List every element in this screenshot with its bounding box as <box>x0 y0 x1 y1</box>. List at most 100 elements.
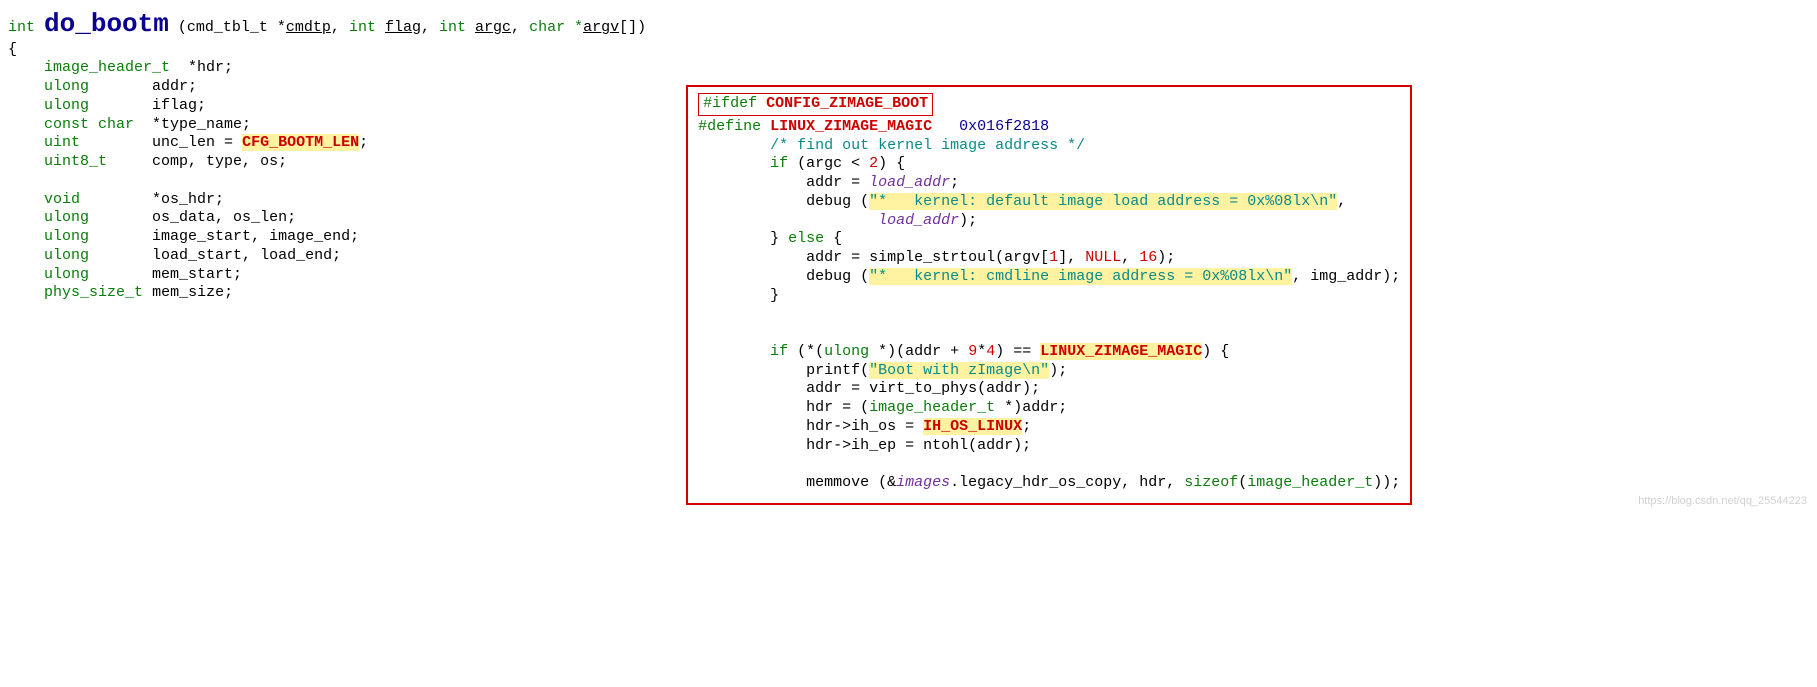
code-line: ulong iflag; <box>8 97 646 116</box>
constant: IH_OS_LINUX <box>923 418 1022 435</box>
identifier: images <box>896 474 950 491</box>
code-line: if (*(ulong *)(addr + 9*4) == LINUX_ZIMA… <box>698 343 1400 362</box>
param-type: int <box>349 19 376 36</box>
number: 9 <box>968 343 977 360</box>
type-keyword: ulong <box>44 97 89 114</box>
type-keyword: int <box>8 19 35 36</box>
code-line: if (argc < 2) { <box>698 155 1400 174</box>
type-keyword: const char <box>44 116 134 133</box>
highlighted-code-block: #ifdef CONFIG_ZIMAGE_BOOT #define LINUX_… <box>686 85 1412 505</box>
var: comp, type, os; <box>152 153 287 170</box>
string-literal: "* kernel: default image load address = … <box>869 193 1337 210</box>
text: debug ( <box>806 268 869 285</box>
text: ); <box>1157 249 1175 266</box>
constant: LINUX_ZIMAGE_MAGIC <box>1040 343 1202 360</box>
param-type: cmd_tbl_t * <box>187 19 286 36</box>
code-line: image_header_t *hdr; <box>8 59 646 78</box>
preproc-keyword: #define <box>698 118 761 135</box>
function-name: do_bootm <box>44 9 169 39</box>
preproc-keyword: #ifdef <box>703 95 757 112</box>
code-line: ulong image_start, image_end; <box>8 228 646 247</box>
text: addr = simple_strtoul(argv[ <box>806 249 1049 266</box>
var: unc_len = <box>152 134 242 151</box>
text: , <box>1121 249 1139 266</box>
identifier: load_addr <box>869 174 950 191</box>
code-line: hdr->ih_os = IH_OS_LINUX; <box>698 418 1400 437</box>
function-declaration-block: int do_bootm (cmd_tbl_t *cmdtp, int flag… <box>8 8 686 303</box>
code-line: } <box>698 287 1400 306</box>
type-keyword: ulong <box>44 247 89 264</box>
preproc-symbol: CONFIG_ZIMAGE_BOOT <box>757 95 928 112</box>
keyword: else <box>788 230 824 247</box>
type-keyword: phys_size_t <box>44 284 143 301</box>
var: addr; <box>152 78 197 95</box>
constant: CFG_BOOTM_LEN <box>242 134 359 151</box>
null-literal: NULL <box>1085 249 1121 266</box>
code-line: hdr->ih_ep = ntohl(addr); <box>698 437 1400 456</box>
code-line: hdr = (image_header_t *)addr; <box>698 399 1400 418</box>
number: 2 <box>869 155 878 172</box>
type-keyword: image_header_t <box>1247 474 1373 491</box>
text: []) <box>619 19 646 36</box>
ifdef-highlight-box: #ifdef CONFIG_ZIMAGE_BOOT <box>698 93 933 116</box>
code-line: ulong load_start, load_end; <box>8 247 646 266</box>
brace: } <box>770 287 779 304</box>
number: 4 <box>986 343 995 360</box>
code-line: debug ("* kernel: default image load add… <box>698 193 1400 212</box>
text: )); <box>1373 474 1400 491</box>
code-line: int do_bootm (cmd_tbl_t *cmdtp, int flag… <box>8 8 646 41</box>
code-line: void *os_hdr; <box>8 191 646 210</box>
text: ); <box>959 212 977 229</box>
code-line: debug ("* kernel: cmdline image address … <box>698 268 1400 287</box>
param-type: char * <box>529 19 583 36</box>
text: addr = <box>806 174 869 191</box>
type-keyword: uint8_t <box>44 153 107 170</box>
text: hdr = ( <box>806 399 869 416</box>
param-name: argv <box>583 19 619 36</box>
var: *os_hdr; <box>152 191 224 208</box>
text: ; <box>1022 418 1031 435</box>
var: os_data, os_len; <box>152 209 296 226</box>
text: ) { <box>1202 343 1229 360</box>
string-literal: "Boot with zImage\n" <box>869 362 1049 379</box>
number: 16 <box>1139 249 1157 266</box>
text: addr = virt_to_phys(addr); <box>806 380 1040 397</box>
code-line: ulong os_data, os_len; <box>8 209 646 228</box>
text: *)addr; <box>995 399 1067 416</box>
code-line: uint8_t comp, type, os; <box>8 153 646 172</box>
code-line: addr = virt_to_phys(addr); <box>698 380 1400 399</box>
hex-literal: 0x016f2818 <box>959 118 1049 135</box>
preproc-symbol: LINUX_ZIMAGE_MAGIC <box>761 118 932 135</box>
type-keyword: ulong <box>44 209 89 226</box>
type-keyword: uint <box>44 134 80 151</box>
param-type: int <box>439 19 466 36</box>
var: mem_size; <box>152 284 233 301</box>
text: ( <box>1238 474 1247 491</box>
code-line: addr = load_addr; <box>698 174 1400 193</box>
keyword: sizeof <box>1184 474 1238 491</box>
text: ; <box>359 134 368 151</box>
text: .legacy_hdr_os_copy, hdr, <box>950 474 1184 491</box>
var: image_start, image_end; <box>152 228 359 245</box>
code-line: /* find out kernel image address */ <box>698 137 1400 156</box>
type-keyword: image_header_t <box>869 399 995 416</box>
text: debug ( <box>806 193 869 210</box>
text: ) == <box>995 343 1040 360</box>
brace: { <box>824 230 842 247</box>
code-line: #define LINUX_ZIMAGE_MAGIC 0x016f2818 <box>698 118 1400 137</box>
code-line: printf("Boot with zImage\n"); <box>698 362 1400 381</box>
text: (*( <box>788 343 824 360</box>
text: , img_addr); <box>1292 268 1400 285</box>
type-keyword: image_header_t <box>44 59 170 76</box>
keyword: if <box>770 343 788 360</box>
text: ], <box>1058 249 1085 266</box>
code-line: } else { <box>698 230 1400 249</box>
type-keyword: ulong <box>44 78 89 95</box>
code-line: memmove (&images.legacy_hdr_os_copy, hdr… <box>698 474 1400 493</box>
code-line: load_addr); <box>698 212 1400 231</box>
text: memmove (& <box>806 474 896 491</box>
code-line: uint unc_len = CFG_BOOTM_LEN; <box>8 134 646 153</box>
comment: /* find out kernel image address */ <box>770 137 1085 154</box>
param-name: cmdtp <box>286 19 331 36</box>
text: ) { <box>878 155 905 172</box>
